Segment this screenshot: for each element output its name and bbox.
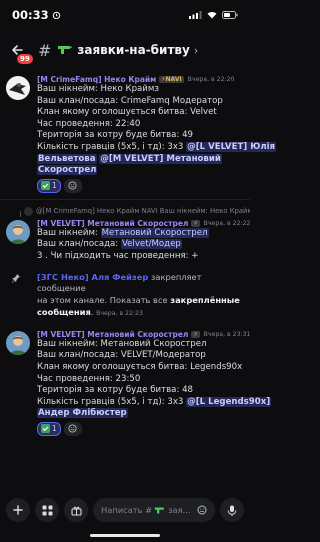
gun-emoji-icon xyxy=(154,507,164,513)
author-name[interactable]: [M VELVET] Метановий Скорострел xyxy=(37,219,188,228)
message-line: Кількість гравців (5х5, і тд): 3х3 @[L V… xyxy=(37,141,277,152)
user-mention[interactable]: @[L Legends90x] xyxy=(186,396,272,407)
reactions: 1 xyxy=(37,178,244,193)
message-line: Кількість гравців (5х5, і тд): 3х3 @[L L… xyxy=(37,396,272,407)
gift-button[interactable] xyxy=(64,498,88,522)
highlighted-text: Метановий Скорострел xyxy=(100,227,209,238)
message-line: Клан якому оголошується битва: Velvet xyxy=(37,107,217,118)
message-line: 3 . Чи підходить час проведення: + xyxy=(37,250,199,261)
reply-connector xyxy=(20,210,21,217)
message-header: [M VELVET] Метановий Скорострел ⚡ Вчера,… xyxy=(37,219,250,228)
message-line: Ваш нікнейм: Метановий Скорострел xyxy=(37,338,207,349)
avatar[interactable] xyxy=(6,219,30,244)
divider xyxy=(0,198,250,200)
gift-icon xyxy=(70,506,82,516)
unread-badge: 99 xyxy=(16,53,34,65)
avatar[interactable] xyxy=(6,76,30,100)
message-line: Ваш клан/посада: VELVET/Модератор xyxy=(37,350,206,361)
user-mention[interactable]: Вельветова xyxy=(37,153,97,164)
wifi-icon xyxy=(207,11,217,19)
user-mention[interactable]: @[L VELVET] Юлія xyxy=(186,141,277,152)
message-line: Скорострел xyxy=(37,165,244,177)
system-author[interactable]: [ЗГС Неко] Аля Фейзер xyxy=(37,272,148,282)
home-indicator[interactable] xyxy=(90,534,160,537)
author-name[interactable]: [M CrimeFamq] Неко Крайм xyxy=(37,75,156,84)
message-input[interactable]: Написать # зая... xyxy=(93,498,215,522)
reply-reference[interactable]: @[M CrimeFamq] Неко Крайм NAVI Ваш нікне… xyxy=(0,206,250,217)
lightning-icon: ⚡ xyxy=(193,219,198,227)
back-button[interactable]: 99 xyxy=(8,41,34,65)
message-line: Ваш нікнейм: Неко Краймз xyxy=(37,84,159,94)
message[interactable]: [M VELVET] Метановий Скорострел ⚡ Вчера,… xyxy=(0,219,250,263)
reply-avatar xyxy=(24,206,33,216)
plus-icon xyxy=(13,505,23,515)
user-mention[interactable]: Андер Флібюстер xyxy=(37,408,128,419)
check-icon xyxy=(41,424,50,434)
chevron-right-icon[interactable]: › xyxy=(194,44,198,57)
add-reaction-button[interactable] xyxy=(63,421,82,436)
reactions: 1 xyxy=(37,421,244,436)
timestamp: Вчера, в 22:20 xyxy=(187,76,235,83)
timestamp: Вчера, в 22:23 xyxy=(96,309,143,317)
add-reaction-button[interactable] xyxy=(63,178,82,193)
message-line: Ваш клан/посада: CrimeFamq Модератор xyxy=(37,95,223,106)
message-line: Вельветова @[M VELVET] Метановий xyxy=(37,153,244,166)
alarm-icon xyxy=(52,11,60,19)
reaction-check[interactable]: 1 xyxy=(37,178,61,193)
timestamp: Вчера, в 23:31 xyxy=(203,330,251,338)
gun-emoji-icon xyxy=(57,44,73,56)
message-list: [M CrimeFamq] Неко Крайм ⚡NAVI Вчера, в … xyxy=(0,72,277,436)
message-input-bar: Написать # зая... xyxy=(0,494,250,526)
message-line: Андер Флібюстер xyxy=(37,408,244,420)
message-header: [M CrimeFamq] Неко Крайм ⚡NAVI Вчера, в … xyxy=(37,75,244,84)
microphone-icon xyxy=(227,505,237,516)
emoji-add-icon xyxy=(68,181,77,190)
status-bar: 00:33 xyxy=(0,0,250,30)
message[interactable]: [M CrimeFamq] Неко Крайм ⚡NAVI Вчера, в … xyxy=(0,75,277,193)
user-mention[interactable]: Скорострел xyxy=(37,165,98,176)
system-message-pin: [ЗГС Неко] Аля Фейзер закрепляет сообщен… xyxy=(0,272,250,320)
apps-grid-icon xyxy=(42,505,52,515)
highlighted-text: Velvet/Модер xyxy=(120,239,182,250)
message-line: Територія за котру буде битва: 49 xyxy=(37,130,194,141)
message[interactable]: [M VELVET] Метановий Скорострел ⚡ Вчера,… xyxy=(0,330,272,436)
check-icon xyxy=(41,181,50,191)
channel-header: 99 # заявки-на-битву › xyxy=(0,34,250,66)
message-line: Ваш клан/посада: Velvet/Модер xyxy=(37,239,182,250)
message-line: Ваш нікнейм: Метановий Скорострел xyxy=(37,227,209,238)
signal-icon xyxy=(189,11,202,19)
emoji-add-icon xyxy=(68,424,77,433)
user-mention[interactable]: @[M VELVET] Метановий xyxy=(99,153,222,164)
timestamp: Вчера, в 22:22 xyxy=(203,219,251,227)
avatar[interactable] xyxy=(6,330,30,355)
hash-icon: # xyxy=(38,40,52,60)
emoji-icon[interactable] xyxy=(197,505,207,515)
message-line: Час проведення: 23:50 xyxy=(37,373,141,384)
voice-button[interactable] xyxy=(220,498,244,522)
pinned-messages-link-2[interactable]: сообщения xyxy=(37,307,91,317)
channel-name[interactable]: заявки-на-битву xyxy=(77,43,189,57)
message-line: Клан якому оголошується битва: Legends90… xyxy=(37,361,243,372)
role-tag: ⚡NAVI xyxy=(159,76,184,83)
message-header: [M VELVET] Метановий Скорострел ⚡ Вчера,… xyxy=(37,330,250,339)
apps-button[interactable] xyxy=(35,498,59,522)
role-tag: ⚡ xyxy=(191,219,200,227)
status-time: 00:33 xyxy=(12,8,61,22)
role-tag: ⚡ xyxy=(191,330,200,338)
lightning-icon: ⚡ xyxy=(193,330,198,338)
pinned-messages-link[interactable]: закреплённые xyxy=(170,295,240,305)
author-name[interactable]: [M VELVET] Метановий Скорострел xyxy=(37,330,188,339)
reaction-check[interactable]: 1 xyxy=(37,421,61,436)
attach-button[interactable] xyxy=(6,498,30,522)
message-line: Територія за котру буде битва: 48 xyxy=(37,385,194,396)
pin-icon xyxy=(11,273,21,287)
message-line: Час проведення: 22:40 xyxy=(37,118,141,129)
battery-icon xyxy=(222,11,238,19)
